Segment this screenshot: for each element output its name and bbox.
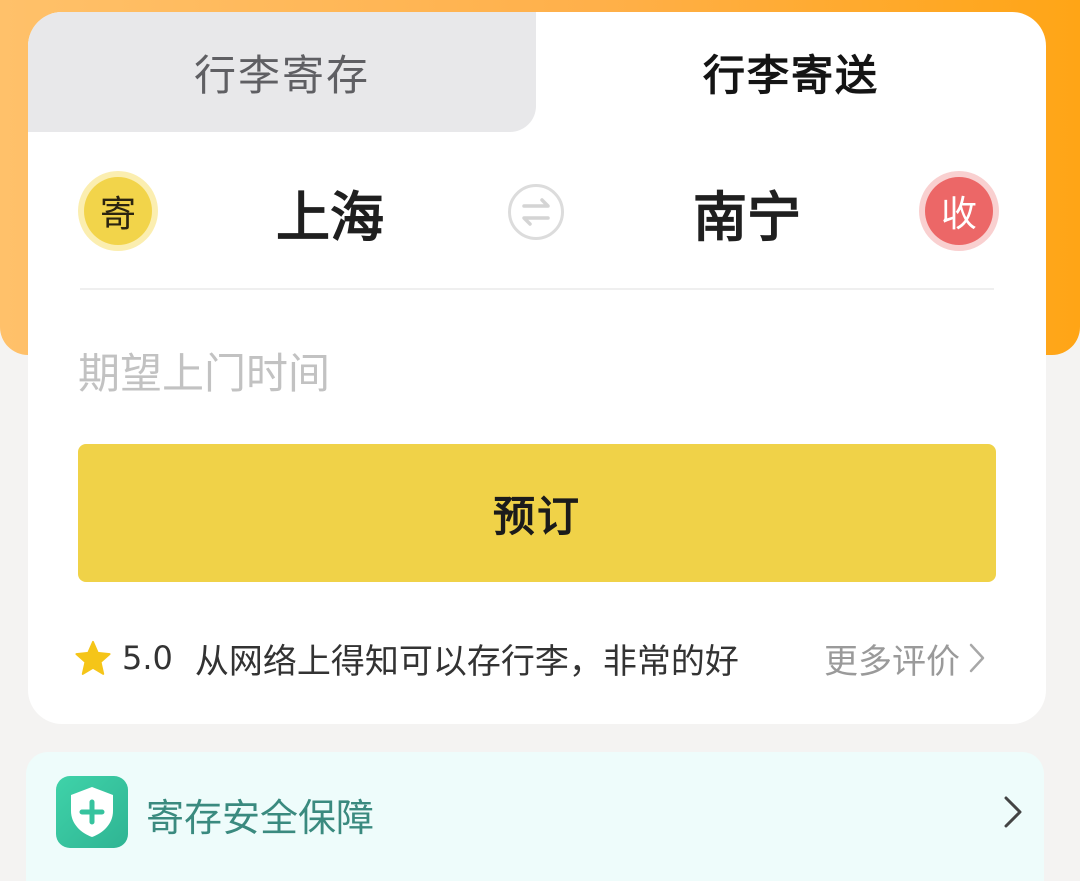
safety-guarantee-banner[interactable]: 寄存安全保障: [26, 752, 1044, 881]
swap-cities-button[interactable]: [508, 184, 564, 240]
booking-card: 行李寄存 行李寄送 寄 上海 南宁 收 期望上门时间 预订 5.0 从网络上得知…: [28, 12, 1046, 724]
more-reviews-label: 更多评价: [824, 641, 960, 682]
chevron-right-icon: [969, 643, 985, 673]
send-badge: 寄: [84, 177, 152, 245]
review-text: 从网络上得知可以存行李，非常的好: [194, 641, 739, 682]
safety-guarantee-label: 寄存安全保障: [146, 795, 375, 840]
to-city[interactable]: 南宁: [693, 177, 801, 249]
shield-plus-icon: [56, 776, 128, 848]
divider: [80, 288, 994, 290]
chevron-right-icon: [1004, 796, 1022, 828]
tab-luggage-storage[interactable]: 行李寄存: [28, 12, 536, 132]
swap-arrows-icon: [522, 198, 550, 226]
more-reviews-link[interactable]: 更多评价: [824, 630, 986, 686]
review-row: 5.0 从网络上得知可以存行李，非常的好 更多评价: [74, 630, 1004, 686]
tab-luggage-delivery[interactable]: 行李寄送: [536, 12, 1046, 132]
pickup-time-field[interactable]: 期望上门时间: [78, 330, 998, 410]
book-button[interactable]: 预订: [78, 444, 996, 582]
from-city[interactable]: 上海: [276, 177, 384, 249]
star-icon: [75, 640, 111, 675]
receive-badge: 收: [925, 177, 993, 245]
rating-value: 5.0: [122, 639, 173, 677]
